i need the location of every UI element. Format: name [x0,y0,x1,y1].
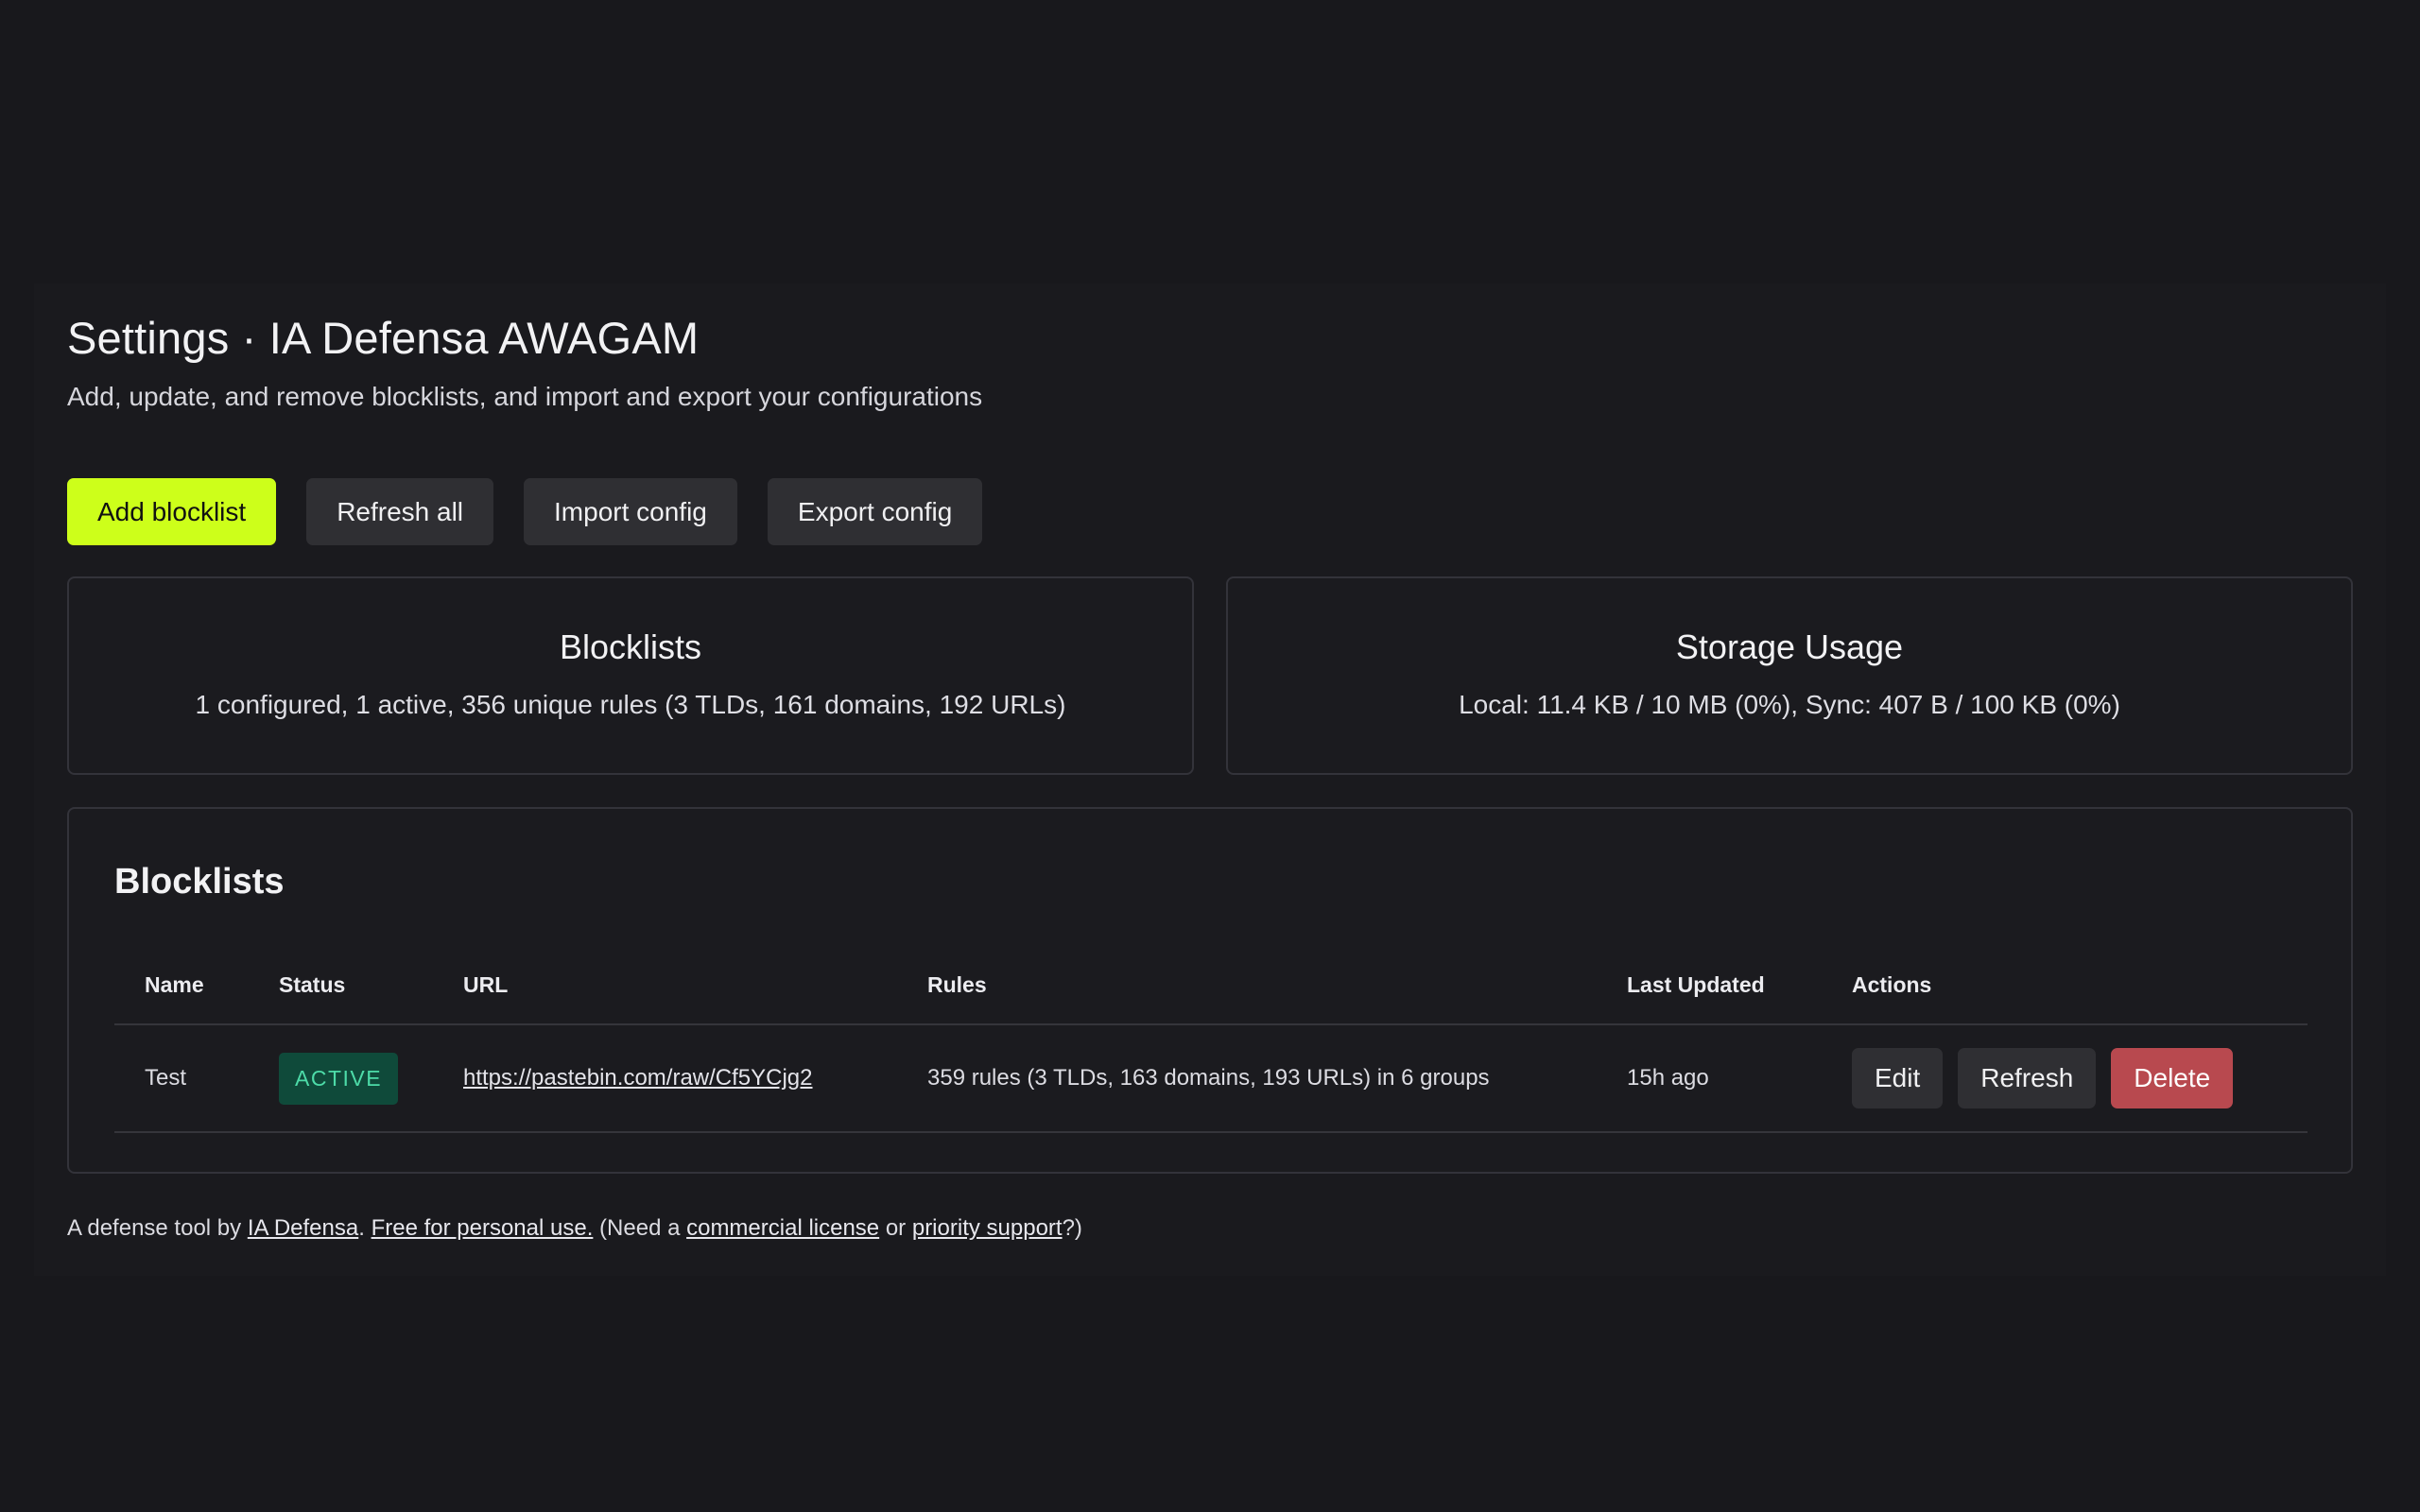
footer-need-text: (Need a [593,1215,687,1241]
page-title: Settings · IA Defensa AWAGAM [67,313,700,363]
column-header-rules: Rules [897,947,1597,1025]
column-header-status: Status [249,947,433,1025]
blocklist-url-cell: https://pastebin.com/raw/Cf5YCjg2 [433,1024,897,1133]
free-personal-use-link[interactable]: Free for personal use. [372,1215,594,1241]
blocklist-url-link[interactable]: https://pastebin.com/raw/Cf5YCjg2 [463,1065,813,1091]
status-badge: ACTIVE [279,1052,399,1105]
blocklist-rules: 359 rules (3 TLDs, 163 domains, 193 URLs… [897,1024,1597,1133]
storage-usage-value: Local: 11.4 KB / 10 MB (0%), Sync: 407 B… [1459,690,2120,719]
commercial-license-link[interactable]: commercial license [686,1215,879,1241]
blocklists-card: Blocklists Name Status URL Rules Last Up… [67,807,2353,1174]
blocklist-name: Test [114,1024,249,1133]
footer-suffix: ?) [1062,1215,1082,1241]
blocklist-actions-cell: Edit Refresh Delete [1822,1024,2308,1133]
priority-support-link[interactable]: priority support [912,1215,1063,1241]
storage-usage-title: Storage Usage [1675,627,1904,666]
column-header-actions: Actions [1822,947,2308,1025]
storage-usage-card: Storage Usage Local: 11.4 KB / 10 MB (0%… [1226,576,2353,775]
footer: A defense tool by IA Defensa. Free for p… [67,1215,1082,1242]
column-header-last-updated: Last Updated [1597,947,1822,1025]
edit-button[interactable]: Edit [1852,1048,1944,1108]
blocklists-section-title: Blocklists [114,862,285,902]
settings-page: Settings · IA Defensa AWAGAM Add, update… [34,284,2386,1276]
footer-or-text: or [879,1215,912,1241]
page-subtitle: Add, update, and remove blocklists, and … [67,382,983,411]
blocklist-last-updated: 15h ago [1597,1024,1822,1133]
blocklists-summary-title: Blocklists [559,627,702,666]
add-blocklist-button[interactable]: Add blocklist [67,478,277,545]
blocklist-status-cell: ACTIVE [249,1024,433,1133]
import-config-button[interactable]: Import config [524,478,737,545]
delete-button[interactable]: Delete [2111,1048,2234,1108]
table-header-row: Name Status URL Rules Last Updated Actio… [114,947,2308,1025]
column-header-name: Name [114,947,249,1025]
blocklists-summary-card: Blocklists 1 configured, 1 active, 356 u… [67,576,1194,775]
export-config-button[interactable]: Export config [767,478,983,545]
table-row: Test ACTIVE https://pastebin.com/raw/Cf5… [114,1024,2308,1133]
blocklists-summary-value: 1 configured, 1 active, 356 unique rules… [195,690,1066,719]
column-header-url: URL [433,947,897,1025]
row-actions: Edit Refresh Delete [1852,1048,2308,1108]
blocklists-table: Name Status URL Rules Last Updated Actio… [114,947,2308,1133]
toolbar: Add blocklist Refresh all Import config … [67,478,983,545]
ia-defensa-link[interactable]: IA Defensa [248,1215,358,1241]
footer-prefix: A defense tool by [67,1215,248,1241]
refresh-button[interactable]: Refresh [1958,1048,2097,1108]
footer-separator: . [358,1215,372,1241]
refresh-all-button[interactable]: Refresh all [306,478,494,545]
